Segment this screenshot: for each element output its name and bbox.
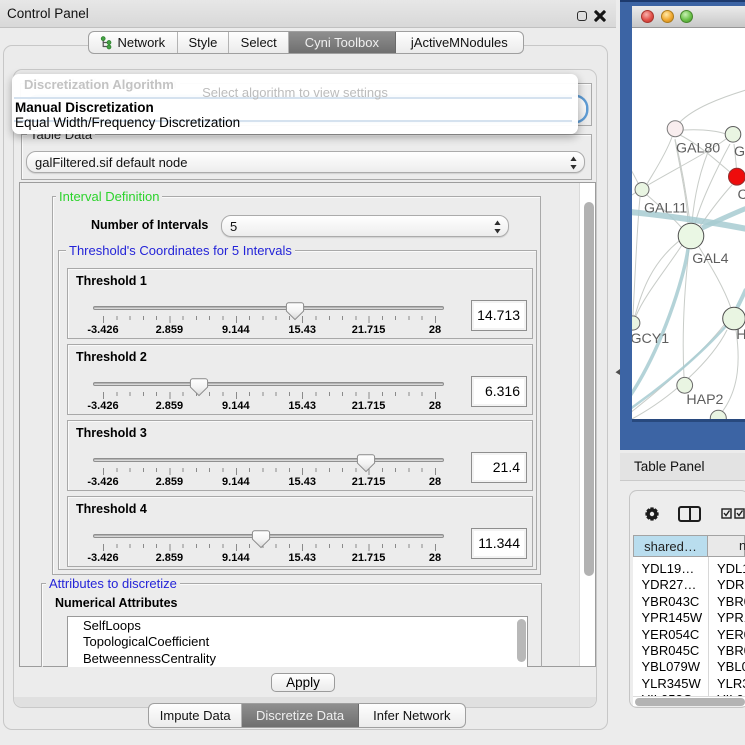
svg-text:CY: CY [738, 187, 745, 203]
svg-text:H: H [736, 327, 745, 343]
svg-text:GAL11: GAL11 [644, 200, 687, 216]
svg-text:GA: GA [734, 144, 745, 160]
svg-text:GCY1: GCY1 [632, 331, 669, 347]
svg-text:HAP2: HAP2 [686, 392, 723, 408]
svg-text:GAL4: GAL4 [692, 251, 728, 267]
svg-text:GAL80: GAL80 [676, 140, 720, 156]
